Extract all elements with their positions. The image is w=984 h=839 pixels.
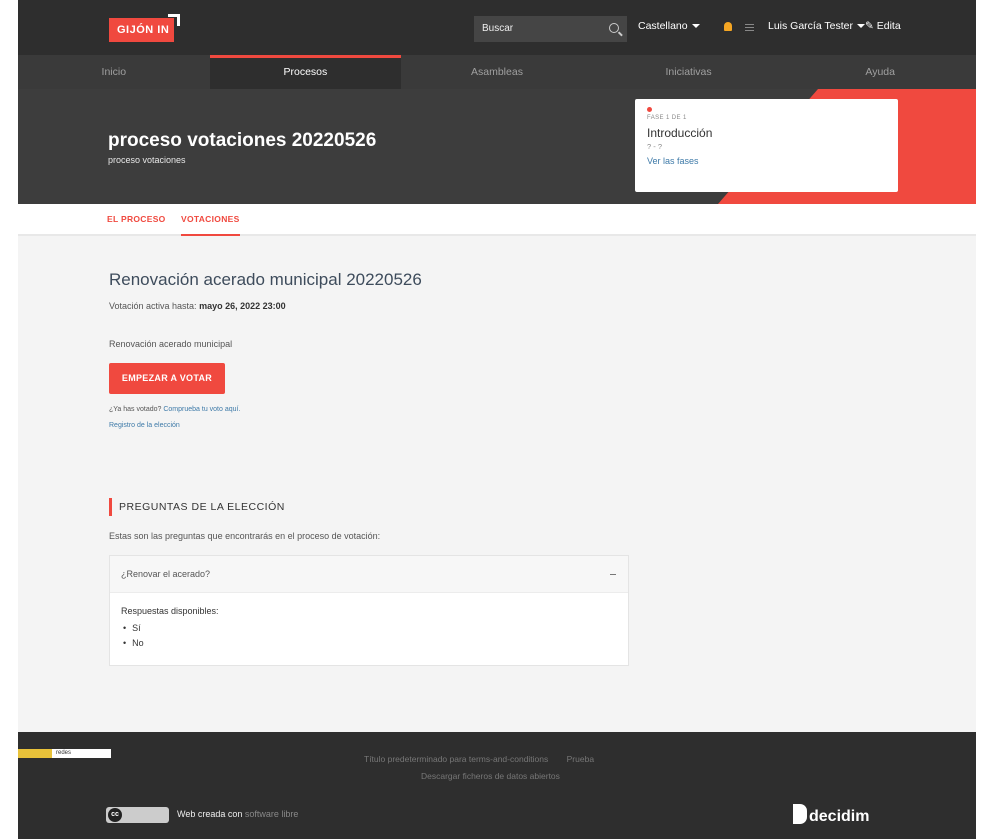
creative-commons-badge[interactable]: cc (106, 807, 169, 823)
pencil-icon: ✎ (865, 20, 874, 32)
language-label: Castellano (638, 20, 688, 32)
search-icon[interactable] (609, 23, 619, 33)
answers-label: Respuestas disponibles: (121, 606, 219, 616)
footer-links: Título predeterminado para terms-and-con… (364, 754, 610, 764)
election-title: Renovación acerado municipal 20220526 (109, 270, 422, 289)
election-description: Renovación acerado municipal (109, 339, 233, 349)
tab-votaciones[interactable]: VOTACIONES (181, 204, 240, 236)
tab-el-proceso[interactable]: EL PROCESO (107, 204, 166, 236)
badge-text: redes (56, 750, 72, 756)
logo-text: GIJÓN IN (117, 24, 170, 36)
collapse-icon[interactable] (610, 574, 616, 575)
process-subtitle: proceso votaciones (108, 155, 186, 165)
question-title: ¿Renovar el acerado? (121, 569, 211, 579)
user-name: Luis García Tester (768, 20, 854, 32)
search-placeholder: Buscar (482, 23, 514, 34)
active-until-label: Votación activa hasta: (109, 301, 197, 311)
phase-label: FASE 1 DE 1 (647, 115, 687, 121)
footer: redes Título predeterminado para terms-a… (18, 732, 976, 839)
voted-question: ¿Ya has votado? (109, 406, 162, 413)
main-nav: Inicio Procesos Asambleas Iniciativas Ay… (18, 55, 976, 89)
chevron-down-icon (857, 24, 866, 29)
answer-item: Sí (121, 621, 617, 636)
conversations-icon[interactable] (745, 24, 754, 31)
decidim-brand: decidim (809, 808, 870, 825)
decidim-logo-icon (793, 804, 807, 824)
active-until-value: mayo 26, 2022 23:00 (199, 301, 286, 311)
logo-corner-mark (168, 14, 180, 26)
questions-intro: Estas son las preguntas que encontrarás … (109, 531, 381, 541)
answer-item: No (121, 636, 617, 651)
phase-dates: ? - ? (647, 142, 663, 151)
user-menu[interactable]: Luis García Tester (768, 20, 866, 32)
nav-item-inicio[interactable]: Inicio (18, 55, 210, 89)
election-registry-link[interactable]: Registro de la elección (109, 422, 180, 429)
credit-text: Web creada con software libre (177, 809, 298, 819)
process-hero: proceso votaciones 20220526 proceso vota… (18, 89, 976, 204)
process-subnav: EL PROCESO VOTACIONES (18, 204, 976, 236)
question-toggle[interactable]: ¿Renovar el acerado? (110, 556, 628, 593)
questions-heading: PREGUNTAS DE LA ELECCIÓN (109, 498, 285, 516)
cc-icon: cc (108, 808, 122, 822)
question-answers: Respuestas disponibles: Sí No (110, 593, 628, 664)
verify-vote-link[interactable]: Comprueba tu voto aquí. (163, 406, 240, 413)
main-content: Renovación acerado municipal 20220526 Vo… (18, 236, 976, 732)
top-bar: GIJÓN IN Buscar Castellano Luis García T… (18, 0, 976, 55)
site-logo[interactable]: GIJÓN IN (109, 14, 180, 42)
nav-item-asambleas[interactable]: Asambleas (401, 55, 593, 89)
terms-link[interactable]: Título predeterminado para terms-and-con… (364, 754, 548, 764)
nav-item-iniciativas[interactable]: Iniciativas (593, 55, 785, 89)
test-link[interactable]: Prueba (567, 754, 594, 764)
see-phases-link[interactable]: Ver las fases (647, 156, 699, 166)
notifications-icon[interactable] (724, 22, 732, 31)
start-voting-button[interactable]: EMPEZAR A VOTAR (109, 363, 225, 394)
accessibility-badge[interactable]: redes (18, 749, 111, 758)
verify-vote-text: ¿Ya has votado? Comprueba tu voto aquí. (109, 406, 240, 413)
nav-item-procesos[interactable]: Procesos (209, 55, 402, 89)
search-input[interactable]: Buscar (474, 16, 627, 42)
credit-prefix: Web creada con (177, 809, 243, 819)
decidim-logo[interactable]: decidim (793, 804, 869, 826)
process-title: proceso votaciones 20220526 (108, 130, 377, 151)
badge-flag-icon (18, 749, 52, 758)
open-data-link[interactable]: Descargar ficheros de datos abiertos (421, 771, 560, 781)
language-selector[interactable]: Castellano (638, 20, 700, 32)
nav-item-ayuda[interactable]: Ayuda (784, 55, 976, 89)
phase-name: Introducción (647, 126, 713, 140)
free-software-link[interactable]: software libre (245, 809, 299, 819)
edit-label: Edita (876, 20, 901, 32)
question-card: ¿Renovar el acerado? Respuestas disponib… (109, 555, 629, 666)
edit-link[interactable]: ✎ Edita (865, 20, 901, 32)
chevron-down-icon (691, 24, 700, 29)
election-active-until: Votación activa hasta: mayo 26, 2022 23:… (109, 301, 286, 311)
phase-card: FASE 1 DE 1 Introducción ? - ? Ver las f… (635, 99, 898, 192)
phase-dot-icon (647, 107, 652, 112)
